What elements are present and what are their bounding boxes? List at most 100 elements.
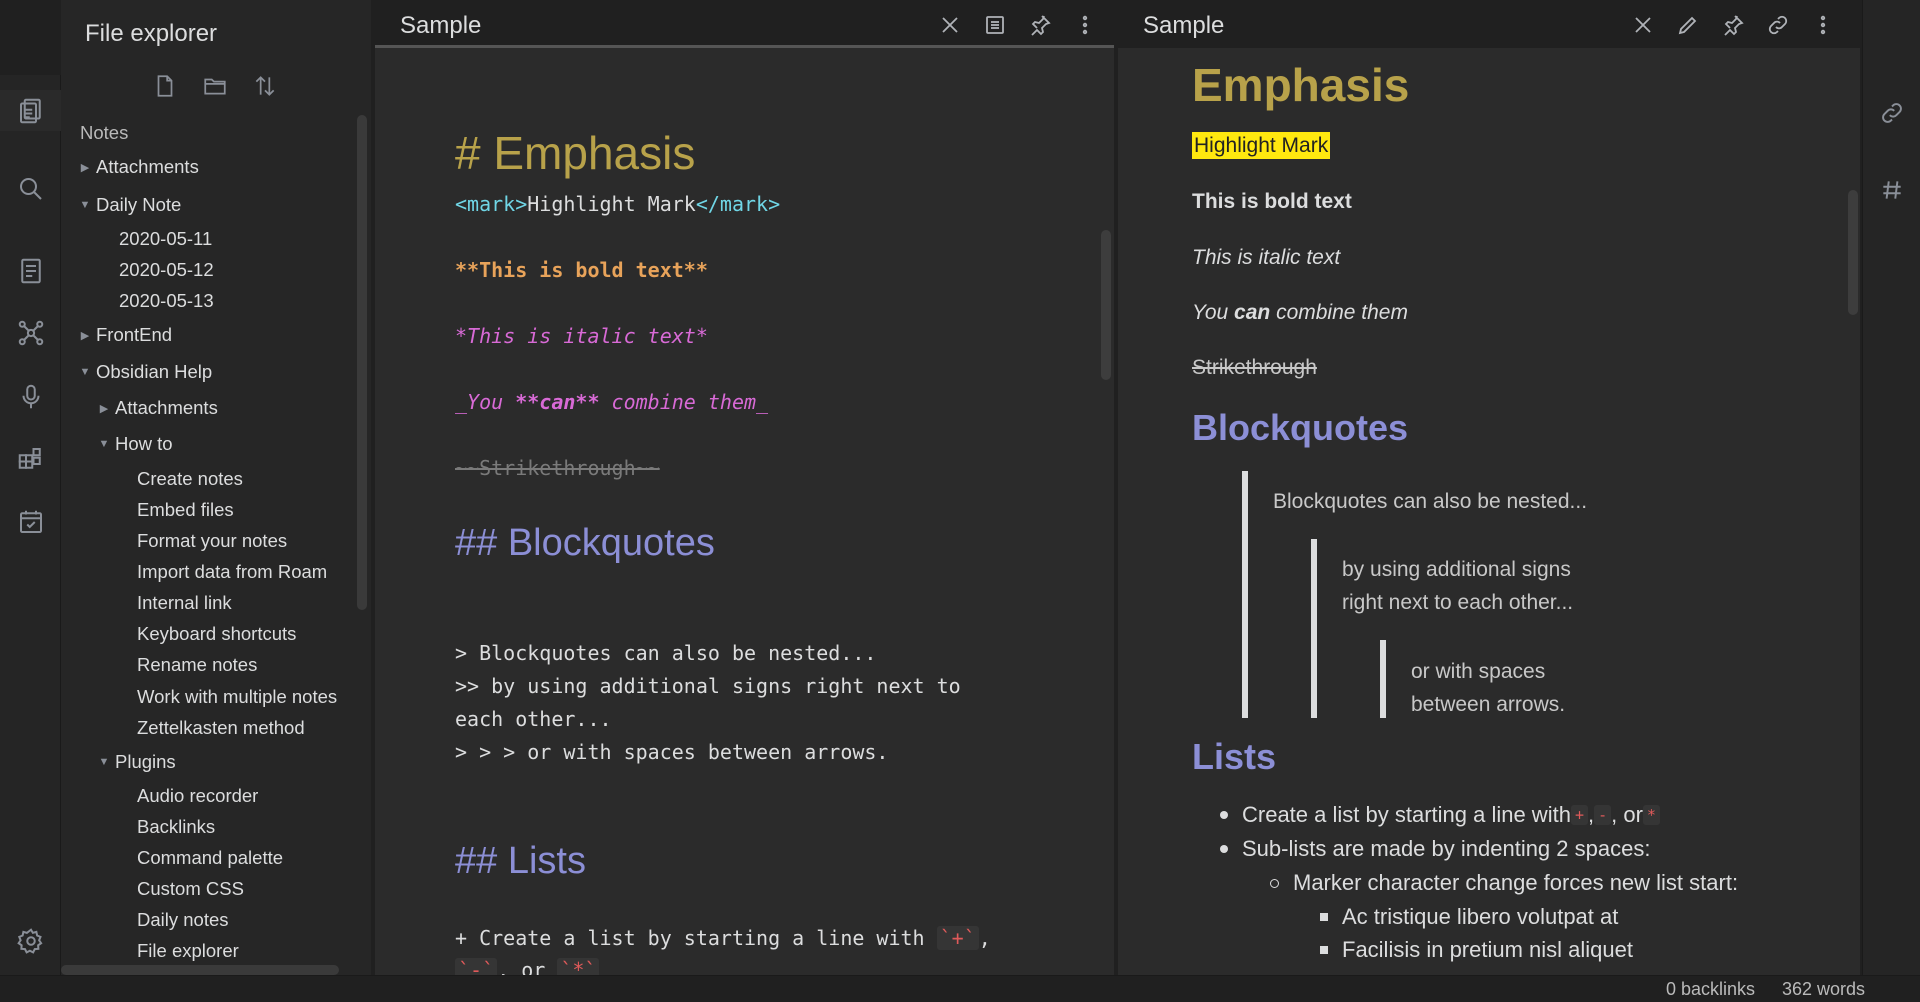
tree-label: Obsidian Help xyxy=(96,361,213,382)
pane-header: Sample xyxy=(375,0,1114,48)
file-item[interactable]: Create notes xyxy=(137,468,243,490)
tree-label: Embed files xyxy=(137,499,234,520)
source-quote-line: > > > or with spaces between arrows. xyxy=(455,740,889,764)
list-text: Ac tristique libero volutpat at xyxy=(1342,904,1619,929)
file-item[interactable]: Zettelkasten method xyxy=(137,717,305,739)
tree-label: Attachments xyxy=(115,397,218,418)
file-item[interactable]: Work with multiple notes xyxy=(137,686,337,708)
file-item[interactable]: Audio recorder xyxy=(137,785,258,807)
preview-scrollbar[interactable] xyxy=(1848,190,1858,315)
inline-code: `+` xyxy=(936,926,979,950)
bullet-icon xyxy=(1220,845,1228,853)
blocks-icon[interactable] xyxy=(10,438,51,479)
file-item[interactable]: Embed files xyxy=(137,499,234,521)
blockquote-bar xyxy=(1311,539,1317,718)
folder-how-to[interactable]: ▼ How to xyxy=(95,433,173,455)
list-text: Create a list by starting a line with xyxy=(1242,802,1571,827)
file-item[interactable]: File explorer xyxy=(137,940,239,962)
tree-label: 2020-05-13 xyxy=(119,290,214,311)
caret-down-icon: ▼ xyxy=(98,438,110,450)
folder-obsidian-help[interactable]: ▼ Obsidian Help xyxy=(76,361,213,383)
backlinks-count[interactable]: 0 backlinks xyxy=(1666,979,1755,1000)
tree-label: Import data from Roam xyxy=(137,561,328,582)
calendar-check-icon[interactable] xyxy=(10,501,51,542)
list-text: + Create a list by starting a line with xyxy=(455,926,937,950)
file-item[interactable]: Command palette xyxy=(137,847,283,869)
file-item[interactable]: Custom CSS xyxy=(137,878,244,900)
file-item[interactable]: Keyboard shortcuts xyxy=(137,623,296,645)
file-item[interactable]: Import data from Roam xyxy=(137,561,327,583)
mark-text: Highlight Mark xyxy=(527,192,696,216)
right-sidebar xyxy=(1862,0,1920,975)
combine-part: combine them xyxy=(1270,301,1408,324)
folder-frontend[interactable]: ▶ FrontEnd xyxy=(76,324,172,346)
files-icon[interactable] xyxy=(0,90,61,131)
hashtag-icon[interactable] xyxy=(1877,175,1907,205)
preview-heading-emphasis: Emphasis xyxy=(1192,59,1410,111)
word-count: 362 words xyxy=(1782,979,1866,999)
inline-code: - xyxy=(1594,805,1612,825)
file-item[interactable]: Rename notes xyxy=(137,654,257,676)
preview-bold-line: This is bold text xyxy=(1192,190,1352,213)
pin-icon[interactable] xyxy=(1718,10,1748,40)
close-icon[interactable] xyxy=(1628,10,1658,40)
outline-icon[interactable] xyxy=(10,250,51,291)
folder-attachments[interactable]: ▶ Attachments xyxy=(76,156,199,178)
editor-pane-source: Sample # Emphasis <mark>Highlight Mark</… xyxy=(375,0,1114,982)
tree-label: Backlinks xyxy=(137,816,216,837)
source-scrollbar[interactable] xyxy=(1101,230,1111,380)
tree-label: FrontEnd xyxy=(96,324,173,345)
ribbon-top xyxy=(0,0,61,75)
more-options-icon[interactable] xyxy=(1070,10,1100,40)
sort-icon[interactable] xyxy=(251,72,279,100)
tree-label: Internal link xyxy=(137,592,232,613)
vault-root[interactable]: Notes xyxy=(80,122,128,144)
source-combine-line: _You **can** combine them_ xyxy=(455,390,768,414)
blockquote-bar xyxy=(1242,471,1248,718)
list-item: Sub-lists are made by indenting 2 spaces… xyxy=(1220,836,1650,862)
list-text: , xyxy=(978,926,991,950)
caret-right-icon: ▶ xyxy=(80,329,90,342)
microphone-icon[interactable] xyxy=(10,376,51,417)
file-item[interactable]: Format your notes xyxy=(137,530,287,552)
explorer-horizontal-scrollbar[interactable] xyxy=(61,965,339,975)
link-icon[interactable] xyxy=(1763,10,1793,40)
pin-icon[interactable] xyxy=(1025,10,1055,40)
explorer-title: File explorer xyxy=(85,20,218,47)
caret-right-icon: ▶ xyxy=(99,402,109,415)
list-item: Create a list by starting a line with +,… xyxy=(1220,802,1660,828)
file-item[interactable]: Backlinks xyxy=(137,816,215,838)
combine-bold-part: can xyxy=(1234,301,1271,324)
list-text: Sub-lists are made by indenting 2 spaces… xyxy=(1242,836,1651,861)
preview-toggle-icon[interactable] xyxy=(980,10,1010,40)
edit-icon[interactable] xyxy=(1673,10,1703,40)
new-folder-icon[interactable] xyxy=(201,72,229,100)
close-icon[interactable] xyxy=(935,10,965,40)
file-item[interactable]: 2020-05-11 xyxy=(119,228,212,250)
tree-label: 2020-05-11 xyxy=(119,228,213,249)
preview-highlight-line: Highlight Mark xyxy=(1192,132,1331,159)
file-item[interactable]: 2020-05-12 xyxy=(119,259,214,281)
file-item[interactable]: 2020-05-13 xyxy=(119,290,214,312)
graph-icon[interactable] xyxy=(10,312,51,353)
folder-plugins[interactable]: ▼ Plugins xyxy=(95,751,176,773)
tree-label: How to xyxy=(115,433,173,454)
more-options-icon[interactable] xyxy=(1808,10,1838,40)
square-bullet-icon xyxy=(1320,946,1328,954)
folder-attachments[interactable]: ▶ Attachments xyxy=(95,397,218,419)
search-icon[interactable] xyxy=(10,168,51,209)
blockquote-text: by using additional signs right next to … xyxy=(1342,558,1574,614)
file-item[interactable]: Daily notes xyxy=(137,909,229,931)
settings-icon[interactable] xyxy=(10,920,51,961)
caret-down-icon: ▼ xyxy=(79,199,91,211)
explorer-scrollbar[interactable] xyxy=(357,115,367,610)
new-note-icon[interactable] xyxy=(151,72,179,100)
ribbon xyxy=(0,0,61,975)
pane-actions xyxy=(1628,10,1838,40)
link-icon[interactable] xyxy=(1877,98,1907,128)
file-item[interactable]: Internal link xyxy=(137,592,232,614)
mark-close-tag: </mark> xyxy=(695,192,781,216)
blockquote-bar xyxy=(1380,640,1386,718)
folder-daily-note[interactable]: ▼ Daily Note xyxy=(76,194,182,216)
pane-title: Sample xyxy=(1143,12,1225,39)
